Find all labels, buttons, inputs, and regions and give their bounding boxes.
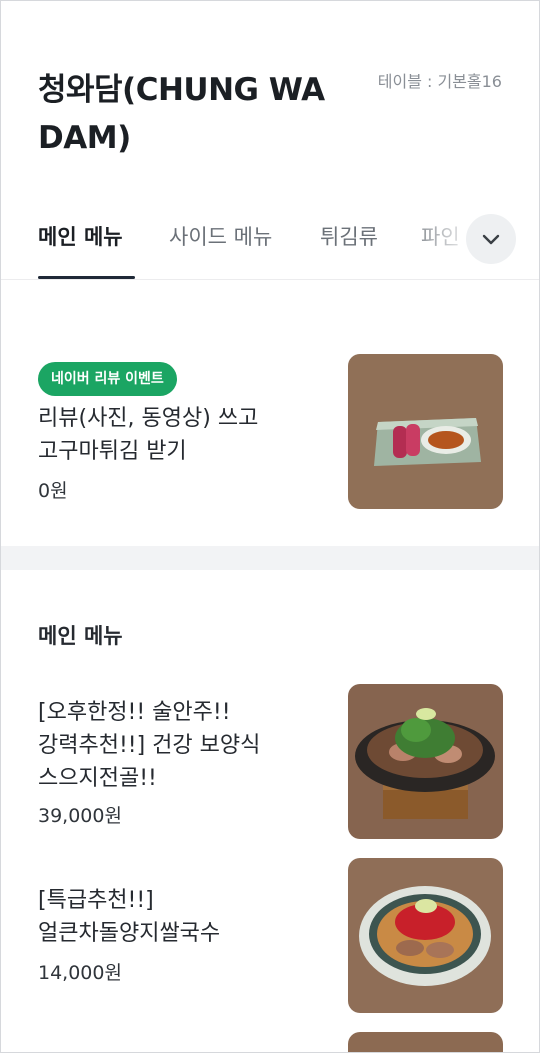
event-menu-item[interactable]: 네이버 리뷰 이벤트 리뷰(사진, 동영상) 쓰고 고구마튀김 받기 0원 — [0, 354, 540, 510]
section-divider — [0, 546, 540, 570]
menu-item-price: 14,000원 — [38, 962, 122, 984]
event-item-name-line2: 고구마튀김 받기 — [38, 439, 187, 464]
active-tab-indicator — [38, 276, 135, 279]
store-header: 청와담(CHUNG WA DAM) 테이블 : 기본홀16 — [38, 66, 502, 162]
noodle-soup-photo — [348, 858, 503, 1013]
expand-tabs-button[interactable] — [466, 214, 516, 264]
tab-fried[interactable]: 튀김류 — [320, 221, 378, 251]
section-title: 메인 메뉴 — [38, 624, 123, 648]
event-item-price: 0원 — [38, 480, 68, 502]
store-name: 청와담(CHUNG WA DAM) — [38, 72, 325, 156]
sweet-potato-photo — [348, 354, 503, 509]
tab-side-menu[interactable]: 사이드 메뉴 — [169, 221, 272, 251]
hotpot-photo — [348, 684, 503, 839]
table-label: 테이블 : 기본홀16 — [377, 72, 502, 91]
menu-item-name-line1: [특급추천!!] — [38, 888, 154, 913]
menu-item-price: 39,000원 — [38, 805, 122, 827]
next-item-photo-partial — [348, 1032, 503, 1053]
event-badge: 네이버 리뷰 이벤트 — [38, 362, 177, 396]
menu-item-name-line2: 강력추천!!] 건강 보양식 — [38, 733, 261, 758]
chevron-down-icon — [482, 234, 500, 245]
menu-item-name-line2: 얼큰차돌양지쌀국수 — [38, 921, 221, 946]
tab-main-menu[interactable]: 메인 메뉴 — [38, 221, 123, 251]
menu-item[interactable]: [특급추천!!] 얼큰차돌양지쌀국수 14,000원 — [0, 858, 540, 1018]
menu-item-name-line3: 스으지전골!! — [38, 766, 157, 791]
category-tabs: 메인 메뉴 사이드 메뉴 튀김류 파인 — [0, 208, 540, 280]
menu-item-name-line1: [오후한정!! 술안주!! — [38, 700, 231, 725]
menu-item[interactable]: [오후한정!! 술안주!! 강력추천!!] 건강 보양식 스으지전골!! 39,… — [0, 684, 540, 844]
event-item-name-line1: 리뷰(사진, 동영상) 쓰고 — [38, 406, 259, 431]
